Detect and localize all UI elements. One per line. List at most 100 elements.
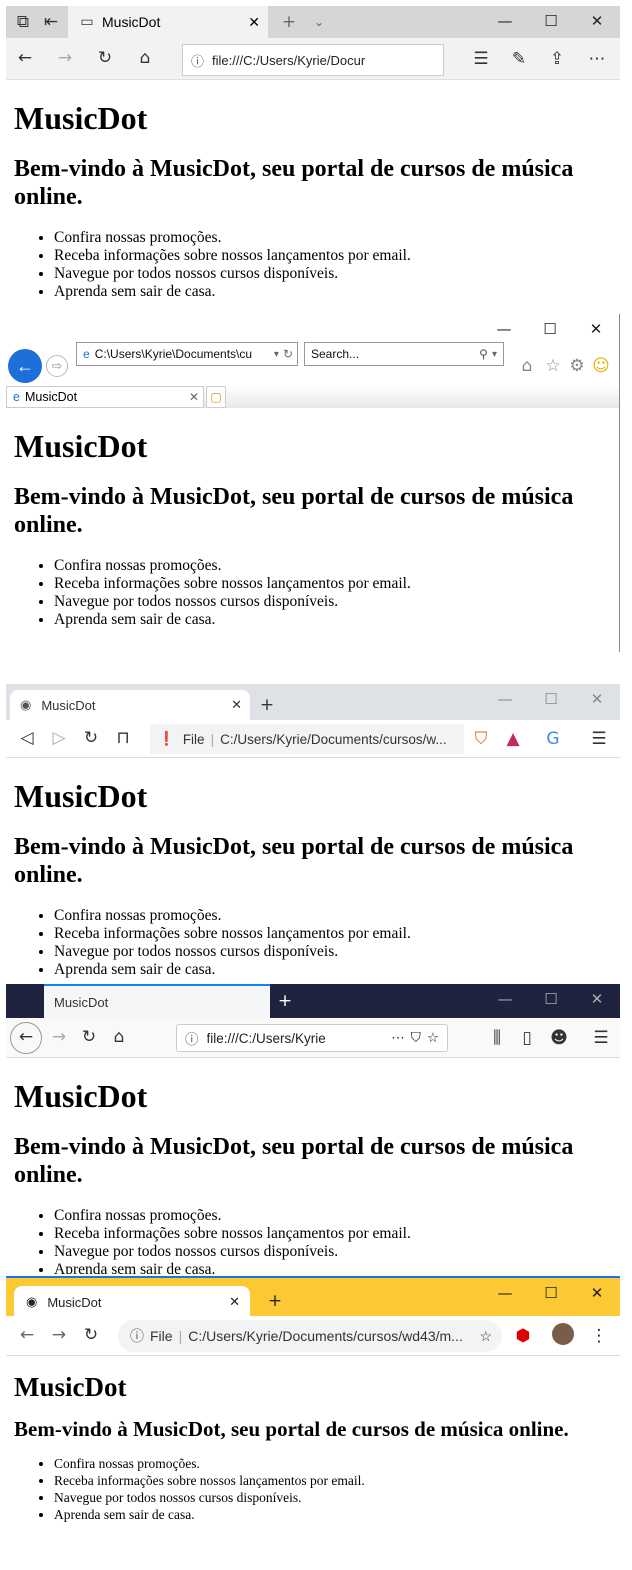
maximize-icon[interactable]: ☐ [528, 1278, 574, 1308]
list-item: Confira nossas promoções. [54, 907, 612, 925]
forward-icon[interactable]: ▷ [46, 726, 72, 752]
list-item: Navegue por todos nossos cursos disponív… [54, 1243, 612, 1261]
maximize-icon[interactable]: ☐ [528, 684, 574, 714]
page-content: MusicDot Bem-vindo à MusicDot, seu porta… [6, 100, 620, 301]
pen-icon[interactable]: ✎ [506, 46, 532, 72]
pocket-icon[interactable]: ⛉ [411, 1030, 421, 1046]
favorites-hub-icon[interactable]: ☰ [468, 46, 494, 72]
feedback-smiley-icon[interactable]: ☺ [588, 353, 614, 379]
page-content: MusicDot Bem-vindo à MusicDot, seu porta… [6, 1372, 620, 1523]
refresh-icon[interactable]: ↻ [76, 1025, 102, 1051]
address-bar[interactable]: ❗ File | C:/Users/Kyrie/Documents/cursos… [150, 724, 464, 754]
close-window-icon[interactable]: ✕ [574, 684, 620, 714]
forward-icon[interactable]: → [46, 1323, 72, 1349]
maximize-icon[interactable]: ☐ [527, 314, 573, 344]
minimize-icon[interactable]: — [481, 314, 527, 344]
translate-icon[interactable]: G [540, 726, 566, 752]
close-tab-icon[interactable]: ✕ [189, 390, 199, 404]
tools-gear-icon[interactable]: ⚙ [564, 353, 590, 379]
account-icon[interactable]: ☻ [546, 1025, 572, 1051]
chrome-toolbar: ← → ↻ ⓘ File | C:/Users/Kyrie/Documents/… [6, 1316, 620, 1356]
window-controls: — ☐ ✕ [482, 1278, 620, 1308]
close-window-icon[interactable]: ✕ [574, 1278, 620, 1308]
back-icon[interactable]: ← [12, 46, 38, 72]
firefox-window: MusicDot + — ☐ ✕ ← → ↻ ⌂ ⓘ file:///C:/Us… [6, 984, 620, 1274]
home-icon[interactable]: ⌂ [132, 46, 158, 72]
address-bar[interactable]: ⓘ file:///C:/Users/Kyrie ⋯ ⛉ ☆ [176, 1024, 448, 1052]
profile-avatar-icon[interactable] [552, 1323, 574, 1345]
list-item: Aprenda sem sair de casa. [54, 611, 611, 629]
share-icon[interactable]: ⇪ [544, 46, 570, 72]
tab-list-icon[interactable]: ⌄ [306, 9, 332, 35]
back-icon[interactable]: ← [8, 349, 42, 383]
library-icon[interactable]: ⫼ [484, 1025, 510, 1051]
new-tab-icon[interactable]: + [254, 692, 280, 718]
brave-titlebar: ◉ MusicDot ✕ + — ☐ ✕ [6, 684, 620, 720]
ie-tab[interactable]: e MusicDot ✕ [6, 386, 204, 408]
refresh-icon[interactable]: ↻ [92, 46, 118, 72]
maximize-icon[interactable]: ☐ [528, 984, 574, 1014]
maximize-icon[interactable]: ☐ [528, 6, 574, 36]
close-tab-icon[interactable]: ✕ [248, 14, 260, 31]
minimize-icon[interactable]: — [482, 984, 528, 1014]
chrome-tab[interactable]: ◉ MusicDot ✕ [14, 1286, 250, 1318]
dropdown-arrow-icon[interactable]: ▾ [274, 349, 279, 360]
forward-icon[interactable]: ⇨ [46, 355, 68, 377]
close-window-icon[interactable]: ✕ [574, 984, 620, 1014]
info-icon: ⓘ [191, 53, 205, 69]
menu-icon[interactable]: ☰ [586, 726, 612, 752]
ie-tabrow: e MusicDot ✕ ▢ [6, 386, 619, 408]
back-icon[interactable]: ← [14, 1323, 40, 1349]
home-icon[interactable]: ⌂ [106, 1025, 132, 1051]
brave-shield-icon[interactable]: ⛉ [468, 726, 494, 752]
forward-icon[interactable]: → [52, 46, 78, 72]
brave-tab[interactable]: ◉ MusicDot ✕ [10, 690, 250, 720]
refresh-icon[interactable]: ↻ [78, 726, 104, 752]
list-item: Confira nossas promoções. [54, 557, 611, 575]
page-actions-icon[interactable]: ⋯ [391, 1030, 405, 1046]
minimize-icon[interactable]: — [482, 6, 528, 36]
new-tab-icon[interactable]: + [272, 988, 298, 1014]
search-icon[interactable]: ⚲ [479, 347, 488, 361]
promo-list: Confira nossas promoções. Receba informa… [14, 1207, 612, 1274]
favorites-star-icon[interactable]: ☆ [540, 353, 566, 379]
back-icon[interactable]: ◁ [14, 726, 40, 752]
address-bar[interactable]: ⓘ file:///C:/Users/Kyrie/Docur [182, 44, 444, 76]
tab-preview-icon[interactable]: ⇤ [38, 9, 64, 35]
close-window-icon[interactable]: ✕ [574, 6, 620, 36]
window-controls: — ☐ ✕ [482, 684, 620, 714]
refresh-icon[interactable]: ↻ [78, 1323, 104, 1349]
menu-icon[interactable]: ⋮ [586, 1323, 612, 1349]
home-icon[interactable]: ⌂ [514, 353, 540, 379]
address-bar[interactable]: ⓘ File | C:/Users/Kyrie/Documents/cursos… [118, 1320, 502, 1352]
bookmark-star-icon[interactable]: ☆ [427, 1030, 439, 1046]
new-tab-icon[interactable]: + [276, 9, 302, 35]
address-bar[interactable]: e C:\Users\Kyrie\Documents\cu ▾ ↻ [76, 342, 298, 366]
brave-rewards-icon[interactable]: ▲ [500, 726, 526, 752]
minimize-icon[interactable]: — [482, 1278, 528, 1308]
file-label: File [150, 1328, 173, 1344]
list-item: Confira nossas promoções. [54, 229, 612, 247]
edge-tab[interactable]: ▭ MusicDot ✕ [68, 6, 268, 38]
more-icon[interactable]: ⋯ [584, 46, 610, 72]
chrome-window: ◉ MusicDot ✕ + — ☐ ✕ ← → ↻ ⓘ File | C:/U… [6, 1276, 620, 1566]
tab-set-aside-icon[interactable]: ⧉ [10, 9, 36, 35]
back-icon[interactable]: ← [10, 1021, 42, 1054]
search-box[interactable]: Search... ⚲ ▾ [304, 342, 504, 366]
sidebar-icon[interactable]: ▯ [514, 1025, 540, 1051]
refresh-icon[interactable]: ↻ [283, 347, 293, 361]
search-placeholder: Search... [311, 347, 360, 361]
close-tab-icon[interactable]: ✕ [231, 697, 242, 713]
new-tab-icon[interactable]: + [262, 1288, 288, 1314]
new-tab-icon[interactable]: ▢ [206, 386, 226, 408]
firefox-tab[interactable]: MusicDot [44, 984, 270, 1018]
close-tab-icon[interactable]: ✕ [229, 1294, 240, 1310]
forward-icon[interactable]: → [46, 1025, 72, 1051]
minimize-icon[interactable]: — [482, 684, 528, 714]
ublock-icon[interactable]: ⬢ [510, 1323, 536, 1349]
menu-icon[interactable]: ☰ [588, 1025, 614, 1051]
bookmark-icon[interactable]: ⊓ [110, 726, 136, 752]
close-window-icon[interactable]: ✕ [573, 314, 619, 344]
bookmark-star-icon[interactable]: ☆ [479, 1328, 492, 1345]
search-dropdown-icon[interactable]: ▾ [492, 349, 497, 360]
